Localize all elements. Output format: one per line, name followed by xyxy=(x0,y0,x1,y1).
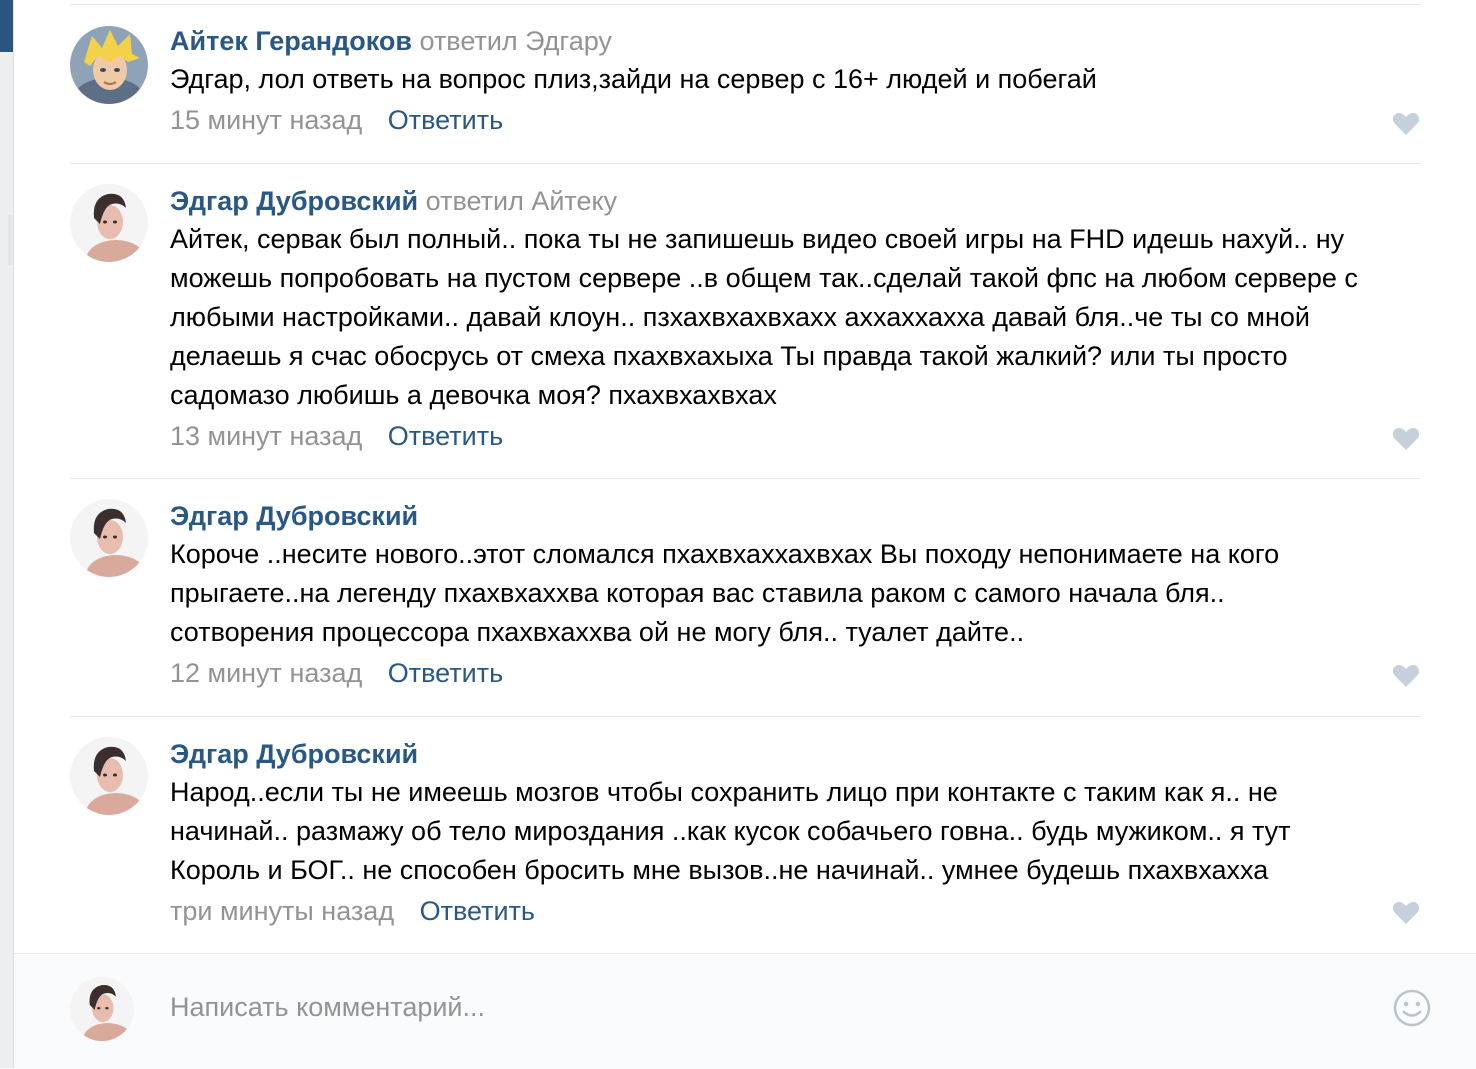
like-heart-icon[interactable] xyxy=(1392,664,1420,688)
sidebar-edge xyxy=(0,0,14,1068)
user-photo-avatar-icon xyxy=(70,737,148,815)
smile-icon[interactable] xyxy=(1392,988,1432,1028)
sidebar-border xyxy=(13,0,14,1068)
comment-time[interactable]: 13 минут назад xyxy=(170,421,362,451)
divider xyxy=(70,4,1420,5)
author-avatar[interactable] xyxy=(70,737,148,815)
like-heart-icon[interactable] xyxy=(1392,112,1420,136)
author-avatar[interactable] xyxy=(70,26,148,104)
comment-input[interactable]: Написать комментарий... xyxy=(170,990,485,1024)
reply-button[interactable]: Ответить xyxy=(388,658,503,688)
author-name[interactable]: Эдгар Дубровский xyxy=(170,501,418,531)
reply-button[interactable]: Ответить xyxy=(388,105,503,135)
comment-text: Эдгар, лол ответь на вопрос плиз,зайди н… xyxy=(170,64,1097,94)
reply-button[interactable]: Ответить xyxy=(388,421,503,451)
author-avatar[interactable] xyxy=(70,499,148,577)
user-photo-avatar-icon xyxy=(70,499,148,577)
comment-item: Айтек Герандоков ответил Эдгару Эдгар, л… xyxy=(70,18,1420,164)
reply-to-label[interactable]: ответил Эдгару xyxy=(420,26,612,56)
author-name[interactable]: Эдгар Дубровский xyxy=(170,739,418,769)
comment-text: Айтек, сервак был полный.. пока ты не за… xyxy=(170,224,1358,410)
comment-time[interactable]: 15 минут назад xyxy=(170,105,362,135)
cartoon-boy-avatar-icon xyxy=(70,26,148,104)
comment-composer: Написать комментарий... xyxy=(14,953,1476,1069)
like-heart-icon[interactable] xyxy=(1392,427,1420,451)
comment-time[interactable]: три минуты назад xyxy=(170,896,394,926)
reply-button[interactable]: Ответить xyxy=(420,896,535,926)
comment-text: Народ..если ты не имеешь мозгов чтобы со… xyxy=(170,777,1291,885)
user-photo-avatar-icon xyxy=(70,977,134,1041)
author-avatar[interactable] xyxy=(70,184,148,262)
comment-item: Эдгар Дубровский Народ..если ты не имееш… xyxy=(70,717,1420,953)
reply-to-label[interactable]: ответил Айтеку xyxy=(426,186,617,216)
author-name[interactable]: Эдгар Дубровский xyxy=(170,186,418,216)
comment-time[interactable]: 12 минут назад xyxy=(170,658,362,688)
header-accent xyxy=(0,0,14,52)
comment-item: Эдгар Дубровский ответил Айтеку Айтек, с… xyxy=(70,164,1420,479)
current-user-avatar xyxy=(70,977,134,1041)
like-heart-icon[interactable] xyxy=(1392,901,1420,925)
comment-text: Короче ..несите нового..этот сломался пх… xyxy=(170,539,1280,647)
author-name[interactable]: Айтек Герандоков xyxy=(170,26,412,56)
comment-item: Эдгар Дубровский Короче ..несите нового.… xyxy=(70,479,1420,717)
user-photo-avatar-icon xyxy=(70,184,148,262)
